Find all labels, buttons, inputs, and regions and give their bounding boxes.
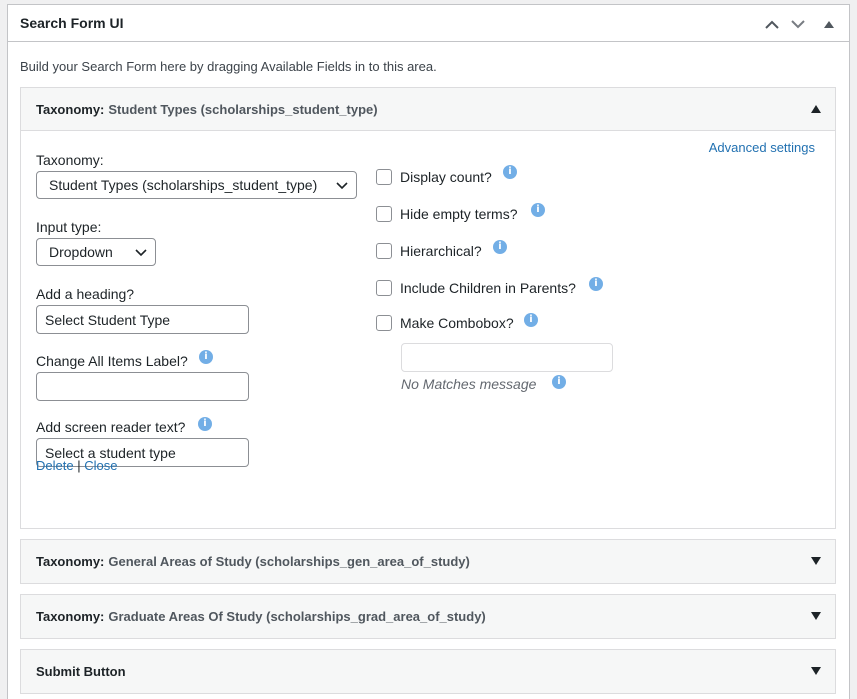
box-header: Search Form UI	[8, 5, 849, 42]
move-up-button[interactable]	[760, 12, 784, 36]
triangle-down-icon[interactable]	[811, 557, 821, 565]
screen-reader-label: Add screen reader text?	[36, 419, 186, 435]
heading-input[interactable]	[36, 305, 249, 334]
field-panel-submit-button: Submit Button	[20, 649, 836, 694]
input-type-label: Input type:	[36, 219, 102, 235]
taxonomy-select[interactable]: Student Types (scholarships_student_type…	[36, 171, 357, 199]
panel-type-label: Taxonomy:	[36, 609, 105, 624]
hierarchical-label[interactable]: Hierarchical?	[400, 243, 482, 259]
triangle-up-icon	[824, 20, 834, 28]
chevron-up-icon	[765, 20, 779, 29]
input-type-select-value: Dropdown	[49, 244, 113, 260]
panel-actions: Delete | Close	[36, 458, 117, 473]
triangle-down-icon[interactable]	[811, 612, 821, 620]
heading-label: Add a heading?	[36, 286, 135, 302]
all-items-input[interactable]	[36, 372, 249, 401]
input-type-select[interactable]: Dropdown	[36, 238, 156, 266]
chevron-down-icon	[336, 182, 348, 190]
close-link[interactable]: Close	[84, 458, 117, 473]
info-icon[interactable]: i	[589, 277, 603, 291]
display-count-label[interactable]: Display count?	[400, 169, 492, 185]
panel-name: Graduate Areas Of Study (scholarships_gr…	[108, 609, 486, 624]
hierarchical-checkbox[interactable]	[376, 243, 392, 259]
delete-link[interactable]: Delete	[36, 458, 74, 473]
info-icon[interactable]: i	[552, 375, 566, 389]
panel-header-submit-button[interactable]: Submit Button	[21, 650, 835, 693]
advanced-settings-link[interactable]: Advanced settings	[709, 140, 815, 155]
chevron-down-icon	[791, 19, 805, 28]
field-panel-general-areas: Taxonomy: General Areas of Study (scholar…	[20, 539, 836, 584]
info-icon[interactable]: i	[524, 313, 538, 327]
include-children-checkbox[interactable]	[376, 280, 392, 296]
make-combobox-label[interactable]: Make Combobox?	[400, 315, 514, 331]
box-description: Build your Search Form here by dragging …	[20, 59, 437, 74]
all-items-label: Change All Items Label?	[36, 353, 188, 369]
panel-name: General Areas of Study (scholarships_gen…	[108, 554, 470, 569]
taxonomy-label: Taxonomy:	[36, 152, 104, 168]
include-children-label[interactable]: Include Children in Parents?	[400, 280, 576, 296]
panel-type-label: Taxonomy:	[36, 102, 105, 117]
hide-empty-terms-checkbox[interactable]	[376, 206, 392, 222]
panel-header-graduate-areas[interactable]: Taxonomy: Graduate Areas Of Study (schola…	[21, 595, 835, 638]
move-down-button[interactable]	[786, 12, 810, 36]
info-icon[interactable]: i	[531, 203, 545, 217]
field-panel-student-types: Taxonomy: Student Types (scholarships_stu…	[20, 87, 836, 529]
panel-header-student-types[interactable]: Taxonomy: Student Types (scholarships_stu…	[21, 88, 835, 131]
chevron-down-icon	[135, 249, 147, 257]
triangle-down-icon[interactable]	[811, 667, 821, 675]
panel-name: Student Types (scholarships_student_type…	[108, 102, 378, 117]
no-matches-hint: No Matches message	[401, 376, 537, 392]
panel-header-general-areas[interactable]: Taxonomy: General Areas of Study (scholar…	[21, 540, 835, 583]
field-panel-graduate-areas: Taxonomy: Graduate Areas Of Study (schola…	[20, 594, 836, 639]
search-form-ui-box: Search Form UI Build your Search Form he…	[7, 4, 850, 699]
info-icon[interactable]: i	[198, 417, 212, 431]
info-icon[interactable]: i	[199, 350, 213, 364]
no-matches-input[interactable]	[401, 343, 613, 372]
triangle-up-icon[interactable]	[811, 105, 821, 113]
panel-type-label: Submit Button	[36, 664, 126, 679]
toggle-box-button[interactable]	[817, 12, 841, 36]
info-icon[interactable]: i	[493, 240, 507, 254]
info-icon[interactable]: i	[503, 165, 517, 179]
make-combobox-checkbox[interactable]	[376, 315, 392, 331]
taxonomy-select-value: Student Types (scholarships_student_type…	[49, 177, 318, 193]
panel-type-label: Taxonomy:	[36, 554, 105, 569]
hide-empty-terms-label[interactable]: Hide empty terms?	[400, 206, 517, 222]
box-title: Search Form UI	[20, 15, 124, 31]
links-separator: |	[77, 458, 81, 473]
display-count-checkbox[interactable]	[376, 169, 392, 185]
